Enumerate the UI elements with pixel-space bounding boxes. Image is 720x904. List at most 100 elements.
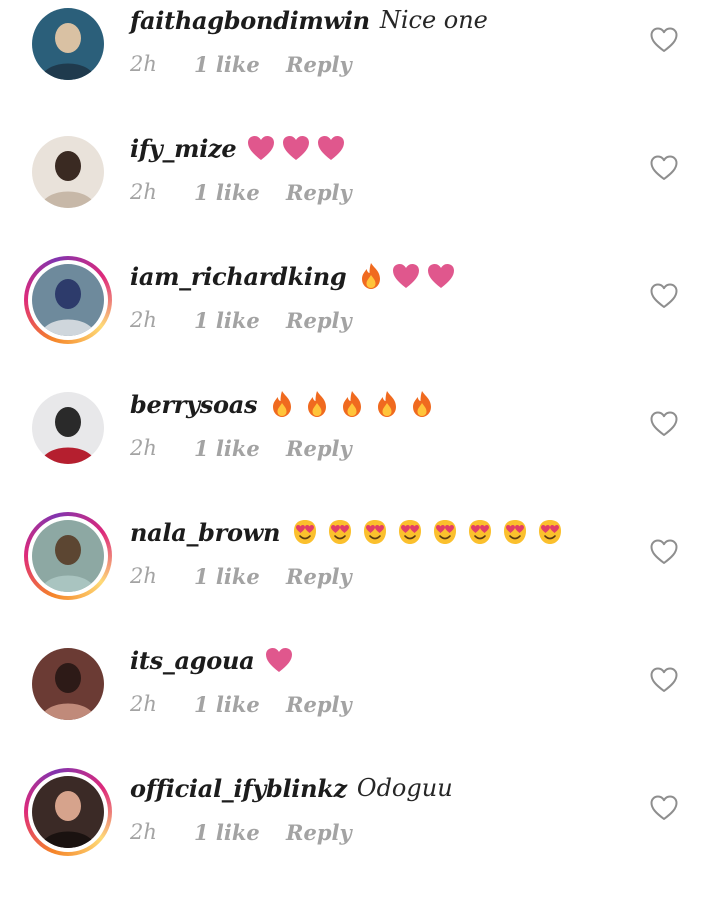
comment-username[interactable]: iam_richardking: [130, 262, 347, 291]
avatar: [28, 260, 108, 340]
comment-meta: 2h 1 like Reply: [130, 48, 352, 80]
avatar: [28, 516, 108, 596]
comment-time: 2h: [130, 820, 157, 844]
comment-body: iam_richardking: [130, 256, 456, 296]
avatar[interactable]: [32, 648, 104, 720]
fire-emoji-icon: [407, 389, 437, 419]
comment-item: nala_brown 2h 1 like Reply: [0, 512, 720, 648]
comment-meta: 2h 1 like Reply: [130, 560, 352, 592]
heart-outline-icon[interactable]: [650, 283, 678, 309]
comment-time: 2h: [130, 692, 157, 716]
heart-outline-icon[interactable]: [650, 667, 678, 693]
avatar-image: [32, 520, 104, 592]
heart-eyes-emoji-icon: [500, 517, 530, 547]
comment-time: 2h: [130, 564, 157, 588]
avatar-image: [32, 392, 104, 464]
comment-item: faithagbondimwin Nice one 2h 1 like Reply: [0, 6, 720, 136]
comment-meta: 2h 1 like Reply: [130, 304, 352, 336]
comment-time: 2h: [130, 180, 157, 204]
heart-eyes-emoji-icon: [395, 517, 425, 547]
comment-likes[interactable]: 1 like: [194, 180, 286, 205]
fire-emoji-icon: [372, 389, 402, 419]
comment-time: 2h: [130, 308, 157, 332]
reply-button[interactable]: Reply: [286, 692, 352, 717]
fire-emoji-icon: [267, 389, 297, 419]
comment-username[interactable]: berrysoas: [130, 390, 257, 419]
reply-button[interactable]: Reply: [286, 52, 352, 77]
avatar-image: [32, 8, 104, 80]
heart-emoji-icon: [391, 261, 421, 291]
comment-likes[interactable]: 1 like: [194, 52, 286, 77]
heart-outline-icon[interactable]: [650, 795, 678, 821]
comment-body: berrysoas: [130, 384, 437, 424]
comment-likes[interactable]: 1 like: [194, 436, 286, 461]
heart-eyes-emoji-icon: [360, 517, 390, 547]
avatar-image: [32, 264, 104, 336]
comment-body: its_agoua: [130, 640, 294, 680]
reply-button[interactable]: Reply: [286, 820, 352, 845]
avatar[interactable]: [32, 8, 104, 80]
comment-meta: 2h 1 like Reply: [130, 688, 352, 720]
comment-likes[interactable]: 1 like: [194, 564, 286, 589]
comment-meta: 2h 1 like Reply: [130, 176, 352, 208]
heart-eyes-emoji-icon: [535, 517, 565, 547]
comment-username[interactable]: faithagbondimwin: [130, 6, 370, 35]
avatar: [28, 772, 108, 852]
comment-time: 2h: [130, 52, 157, 76]
reply-button[interactable]: Reply: [286, 564, 352, 589]
avatar-image: [32, 776, 104, 848]
heart-eyes-emoji-icon: [325, 517, 355, 547]
comment-emojis: [290, 517, 565, 547]
reply-button[interactable]: Reply: [286, 180, 352, 205]
comment-username[interactable]: ify_mize: [130, 134, 237, 163]
heart-eyes-emoji-icon: [290, 517, 320, 547]
comment-username[interactable]: nala_brown: [130, 518, 281, 547]
comment-item: berrysoas 2h 1 like Reply: [0, 390, 720, 520]
heart-emoji-icon: [281, 133, 311, 163]
heart-emoji-icon: [246, 133, 276, 163]
comment-meta: 2h 1 like Reply: [130, 816, 352, 848]
avatar[interactable]: [32, 392, 104, 464]
heart-outline-icon[interactable]: [650, 27, 678, 53]
heart-outline-icon[interactable]: [650, 155, 678, 181]
comment-username[interactable]: its_agoua: [130, 646, 255, 675]
comment-meta: 2h 1 like Reply: [130, 432, 352, 464]
comment-body: ify_mize: [130, 128, 346, 168]
comment-likes[interactable]: 1 like: [194, 820, 286, 845]
avatar[interactable]: [32, 136, 104, 208]
comment-emojis: [246, 133, 346, 163]
comment-likes[interactable]: 1 like: [194, 308, 286, 333]
heart-eyes-emoji-icon: [430, 517, 460, 547]
story-ring[interactable]: [24, 256, 112, 344]
comment-item: its_agoua 2h 1 like Reply: [0, 646, 720, 776]
heart-eyes-emoji-icon: [465, 517, 495, 547]
comment-item: ify_mize 2h 1 like Reply: [0, 134, 720, 264]
heart-outline-icon[interactable]: [650, 539, 678, 565]
story-ring[interactable]: [24, 512, 112, 600]
comment-item: iam_richardking 2h 1 like Reply: [0, 256, 720, 392]
comment-body: faithagbondimwin Nice one: [130, 0, 488, 40]
heart-emoji-icon: [426, 261, 456, 291]
comment-text: Nice one: [379, 6, 488, 34]
comment-emojis: [356, 261, 456, 291]
fire-emoji-icon: [356, 261, 386, 291]
comment-body: nala_brown: [130, 512, 565, 552]
heart-emoji-icon: [316, 133, 346, 163]
comment-emojis: [267, 389, 437, 419]
reply-button[interactable]: Reply: [286, 436, 352, 461]
comment-likes[interactable]: 1 like: [194, 692, 286, 717]
comment-emojis: [264, 645, 294, 675]
fire-emoji-icon: [337, 389, 367, 419]
avatar-image: [32, 136, 104, 208]
story-ring[interactable]: [24, 768, 112, 856]
heart-emoji-icon: [264, 645, 294, 675]
comment-time: 2h: [130, 436, 157, 460]
reply-button[interactable]: Reply: [286, 308, 352, 333]
comment-body: official_ifyblinkz Odoguu: [130, 768, 453, 808]
comment-username[interactable]: official_ifyblinkz: [130, 774, 347, 803]
heart-outline-icon[interactable]: [650, 411, 678, 437]
fire-emoji-icon: [302, 389, 332, 419]
comment-item: official_ifyblinkz Odoguu 2h 1 like Reply: [0, 768, 720, 904]
avatar-image: [32, 648, 104, 720]
comment-text: Odoguu: [356, 774, 453, 802]
